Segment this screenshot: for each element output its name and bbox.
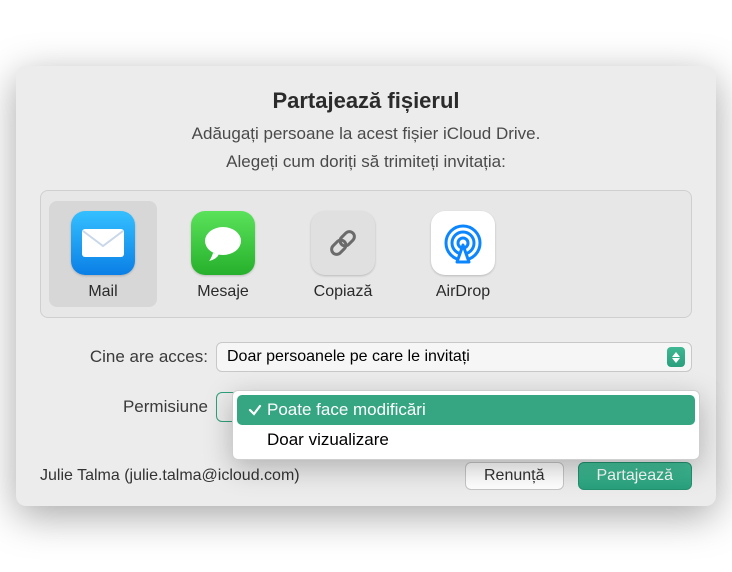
airdrop-icon — [431, 211, 495, 275]
share-method-picker: Mail Mesaje Copiază — [40, 190, 692, 318]
page-prompt: Alegeți cum doriți să trimiteți invitați… — [40, 152, 692, 172]
access-value: Doar persoanele pe care le invitați — [227, 348, 667, 366]
permission-option-can-edit[interactable]: Poate face modificări — [237, 395, 695, 425]
owner-info: Julie Talma (julie.talma@icloud.com) — [40, 467, 451, 485]
footer: Julie Talma (julie.talma@icloud.com) Ren… — [40, 462, 692, 490]
share-method-copy-link[interactable]: Copiază — [289, 201, 397, 307]
page-title: Partajează fișierul — [40, 88, 692, 114]
share-method-label: Copiază — [314, 283, 373, 301]
messages-icon — [191, 211, 255, 275]
share-method-label: Mesaje — [197, 283, 249, 301]
share-method-messages[interactable]: Mesaje — [169, 201, 277, 307]
page-subtitle: Adăugați persoane la acest fișier iCloud… — [40, 124, 692, 144]
menu-item-label: Poate face modificări — [265, 400, 426, 420]
link-icon — [311, 211, 375, 275]
share-method-label: AirDrop — [436, 283, 490, 301]
cancel-button[interactable]: Renunță — [465, 462, 564, 490]
access-popup[interactable]: Doar persoanele pe care le invitați — [216, 342, 692, 372]
popup-arrows-icon — [667, 347, 685, 367]
mail-icon — [71, 211, 135, 275]
menu-item-label: Doar vizualizare — [265, 430, 389, 450]
access-label: Cine are acces: — [40, 347, 216, 367]
checkmark-icon — [245, 403, 265, 417]
share-sheet: Partajează fișierul Adăugați persoane la… — [16, 66, 716, 506]
permission-menu: Poate face modificări Doar vizualizare — [232, 390, 700, 460]
permission-label: Permisiune — [40, 397, 216, 417]
share-method-mail[interactable]: Mail — [49, 201, 157, 307]
permission-option-view-only[interactable]: Doar vizualizare — [237, 425, 695, 455]
share-method-airdrop[interactable]: AirDrop — [409, 201, 517, 307]
share-button[interactable]: Partajează — [578, 462, 693, 490]
share-method-label: Mail — [88, 283, 117, 301]
